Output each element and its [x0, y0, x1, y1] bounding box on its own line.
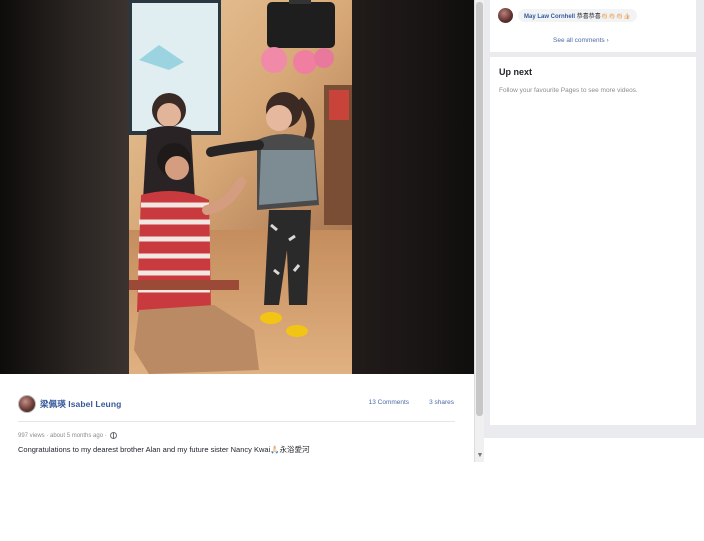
see-all-label: See all comments — [553, 37, 605, 44]
scrollbar[interactable]: ▼ — [474, 0, 484, 462]
up-next-card: Up next Follow your favourite Pages to s… — [490, 57, 696, 425]
chevron-down-icon[interactable]: ▼ — [476, 452, 484, 460]
chevron-right-icon: › — [606, 37, 609, 44]
comment-text: 恭喜恭喜👏🏻👏🏻👏🏻👍🏻 — [576, 14, 631, 20]
comment-bubble: May Law Cornhell 恭喜恭喜👏🏻👏🏻👏🏻👍🏻 — [518, 9, 637, 22]
author-avatar[interactable] — [18, 395, 36, 413]
comments-count-link[interactable]: 13 Comments — [369, 399, 409, 406]
video-blur-right — [352, 0, 474, 374]
video-frame[interactable] — [129, 0, 352, 374]
commenter-name[interactable]: May Law Cornhell — [524, 14, 575, 20]
see-all-comments-link[interactable]: See all comments › — [553, 37, 609, 44]
video-blur-left — [0, 0, 129, 374]
page: ▼ 梁佩瑛 Isabel Leung 13 Comments 3 shares … — [0, 0, 704, 541]
post-info: 梁佩瑛 Isabel Leung 13 Comments 3 shares 99… — [0, 374, 474, 462]
post-caption: Congratulations to my dearest brother Al… — [18, 445, 310, 454]
divider — [18, 421, 455, 422]
shares-count-link[interactable]: 3 shares — [429, 399, 454, 406]
author-name[interactable]: 梁佩瑛 Isabel Leung — [40, 398, 121, 410]
video-player[interactable] — [0, 0, 474, 374]
post-stats: 13 Comments 3 shares — [369, 399, 454, 406]
globe-icon[interactable] — [109, 432, 117, 439]
up-next-description: Follow your favourite Pages to see more … — [499, 87, 638, 94]
author-row[interactable]: 梁佩瑛 Isabel Leung — [18, 395, 121, 413]
comment-card: May Law Cornhell 恭喜恭喜👏🏻👏🏻👏🏻👍🏻 See all co… — [490, 0, 696, 52]
comment-item: May Law Cornhell 恭喜恭喜👏🏻👏🏻👏🏻👍🏻 — [498, 8, 637, 23]
video-still — [129, 0, 352, 374]
commenter-avatar[interactable] — [498, 8, 513, 23]
up-next-title: Up next — [499, 67, 533, 77]
post-meta: 997 views · about 5 months ago · — [18, 432, 117, 439]
views-and-time: 997 views · about 5 months ago · — [18, 432, 107, 439]
scroll-thumb[interactable] — [476, 2, 483, 416]
